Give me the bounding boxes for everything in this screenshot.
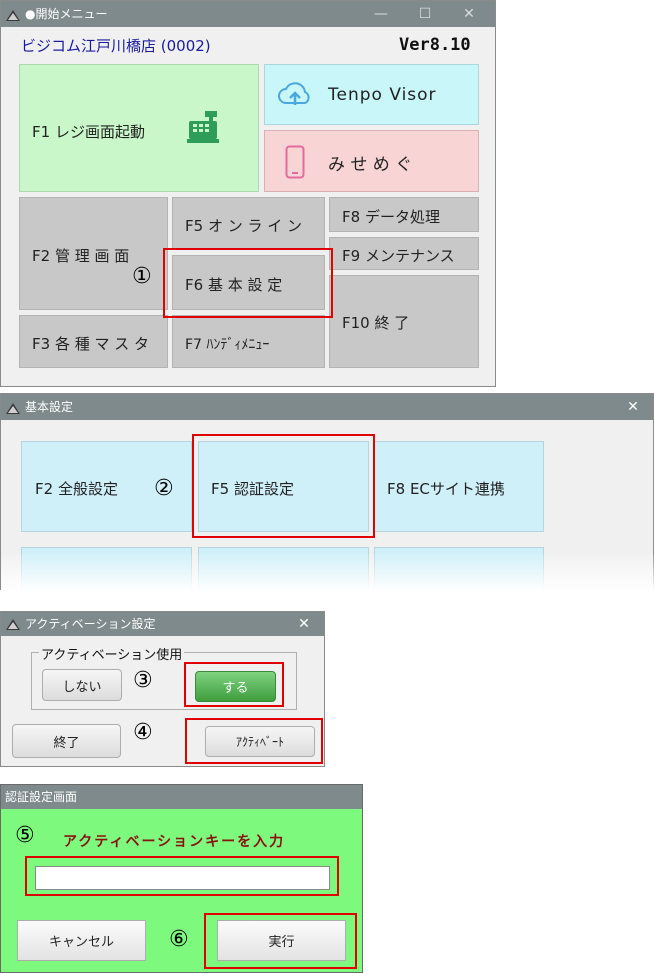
cancel-button[interactable]: キャンセル — [17, 920, 146, 961]
f8-label: F8 データ処理 — [342, 208, 440, 226]
activation-titlebar: アクティベーション設定 ✕ — [1, 612, 324, 636]
highlight-run — [204, 913, 357, 969]
f7-label: F7 ﾊﾝﾃﾞｨﾒﾆｭｰ — [185, 337, 270, 353]
smartphone-icon — [285, 145, 305, 183]
f2-label: F2 管 理 画 面 — [32, 247, 130, 265]
activation-settings-window: アクティベーション設定 ✕ アクティベーション使用 しない ③ する 終了 ④ … — [0, 611, 325, 767]
version-label: Ver8.10 — [399, 35, 471, 55]
register-icon — [185, 109, 221, 149]
misemegu-label: み せ め ぐ — [328, 155, 413, 175]
f9-label: F9 メンテナンス — [342, 247, 455, 265]
step-marker-5: ⑤ — [15, 823, 35, 848]
activation-key-prompt: アクティベーションキーを入力 — [63, 834, 286, 850]
highlight-key-input — [25, 856, 339, 896]
start-menu-titlebar: ●開始メニュー — ☐ ✕ — [1, 1, 495, 27]
no-activation-button[interactable]: しない — [42, 669, 122, 701]
exit-button[interactable]: 終了 — [12, 724, 121, 758]
cancel-label: キャンセル — [48, 935, 114, 950]
activation-group-label: アクティベーション使用 — [39, 644, 185, 663]
tenpo-visor-button[interactable]: Tenpo Visor — [264, 64, 479, 125]
no-label: しない — [62, 679, 102, 695]
app-icon — [5, 616, 21, 632]
window-title: 基本設定 — [25, 400, 74, 414]
exit-label: 終了 — [53, 735, 80, 751]
step-marker-6: ⑥ — [169, 927, 189, 952]
misemegu-button[interactable]: み せ め ぐ — [264, 130, 479, 192]
maximize-icon[interactable]: ☐ — [405, 1, 445, 27]
close-icon[interactable]: ✕ — [284, 612, 324, 636]
f3-label: F3 各 種 マ ス タ — [32, 335, 150, 353]
close-icon[interactable]: ✕ — [613, 394, 653, 420]
f1-register-button[interactable]: F1 レジ画面起動 — [19, 64, 259, 192]
highlight-activate — [185, 718, 323, 764]
store-name: ビジコム江戸川橋店 (0002) — [21, 37, 211, 55]
f8-data-processing-button[interactable]: F8 データ処理 — [329, 197, 479, 232]
f5-label: F5 オ ン ラ イ ン — [185, 217, 303, 235]
window-title: 認証設定画面 — [5, 790, 78, 804]
minimize-icon[interactable]: — — [361, 1, 401, 27]
f1-label: F1 レジ画面起動 — [32, 123, 145, 141]
step-marker-1: ① — [132, 264, 152, 289]
highlight-yes — [184, 662, 284, 707]
f2-management-button[interactable]: F2 管 理 画 面 — [19, 197, 168, 310]
basic-settings-titlebar: 基本設定 ✕ — [1, 394, 653, 420]
cloud-upload-icon — [277, 79, 313, 113]
f7-handy-menu-button[interactable]: F7 ﾊﾝﾃﾞｨﾒﾆｭｰ — [172, 315, 325, 368]
f9-maintenance-button[interactable]: F9 メンテナンス — [329, 237, 479, 270]
step-marker-2: ② — [154, 476, 174, 501]
f10-exit-button[interactable]: F10 終 了 — [329, 275, 479, 368]
tenpo-visor-label: Tenpo Visor — [328, 85, 437, 105]
window-title: アクティベーション設定 — [25, 617, 156, 631]
f10-label: F10 終 了 — [342, 314, 410, 332]
f8-ec-site-button[interactable]: F8 ECサイト連携 — [374, 441, 544, 532]
step-marker-4: ④ — [133, 720, 153, 745]
f2-general-label: F2 全般設定 — [35, 480, 118, 498]
f3-master-button[interactable]: F3 各 種 マ ス タ — [19, 315, 168, 368]
fade-overlay — [1, 554, 654, 591]
highlight-f5-auth — [192, 434, 375, 538]
auth-input-window: 認証設定画面 ⑤ アクティベーションキーを入力 キャンセル ⑥ 実行 — [0, 784, 363, 973]
start-menu-window: ●開始メニュー — ☐ ✕ ビジコム江戸川橋店 (0002) Ver8.10 F… — [0, 0, 496, 387]
auth-input-titlebar: 認証設定画面 — [1, 785, 362, 809]
app-icon — [5, 399, 21, 415]
close-icon[interactable]: ✕ — [449, 1, 489, 27]
app-icon — [5, 6, 21, 22]
highlight-f6 — [163, 248, 333, 318]
window-title: ●開始メニュー — [25, 7, 108, 21]
step-marker-3: ③ — [133, 668, 153, 693]
basic-settings-window: 基本設定 ✕ F2 全般設定 F5 認証設定 F8 ECサイト連携 ② — [0, 393, 654, 591]
f8-ec-label: F8 ECサイト連携 — [387, 480, 505, 498]
f5-online-button[interactable]: F5 オ ン ラ イ ン — [172, 197, 325, 250]
